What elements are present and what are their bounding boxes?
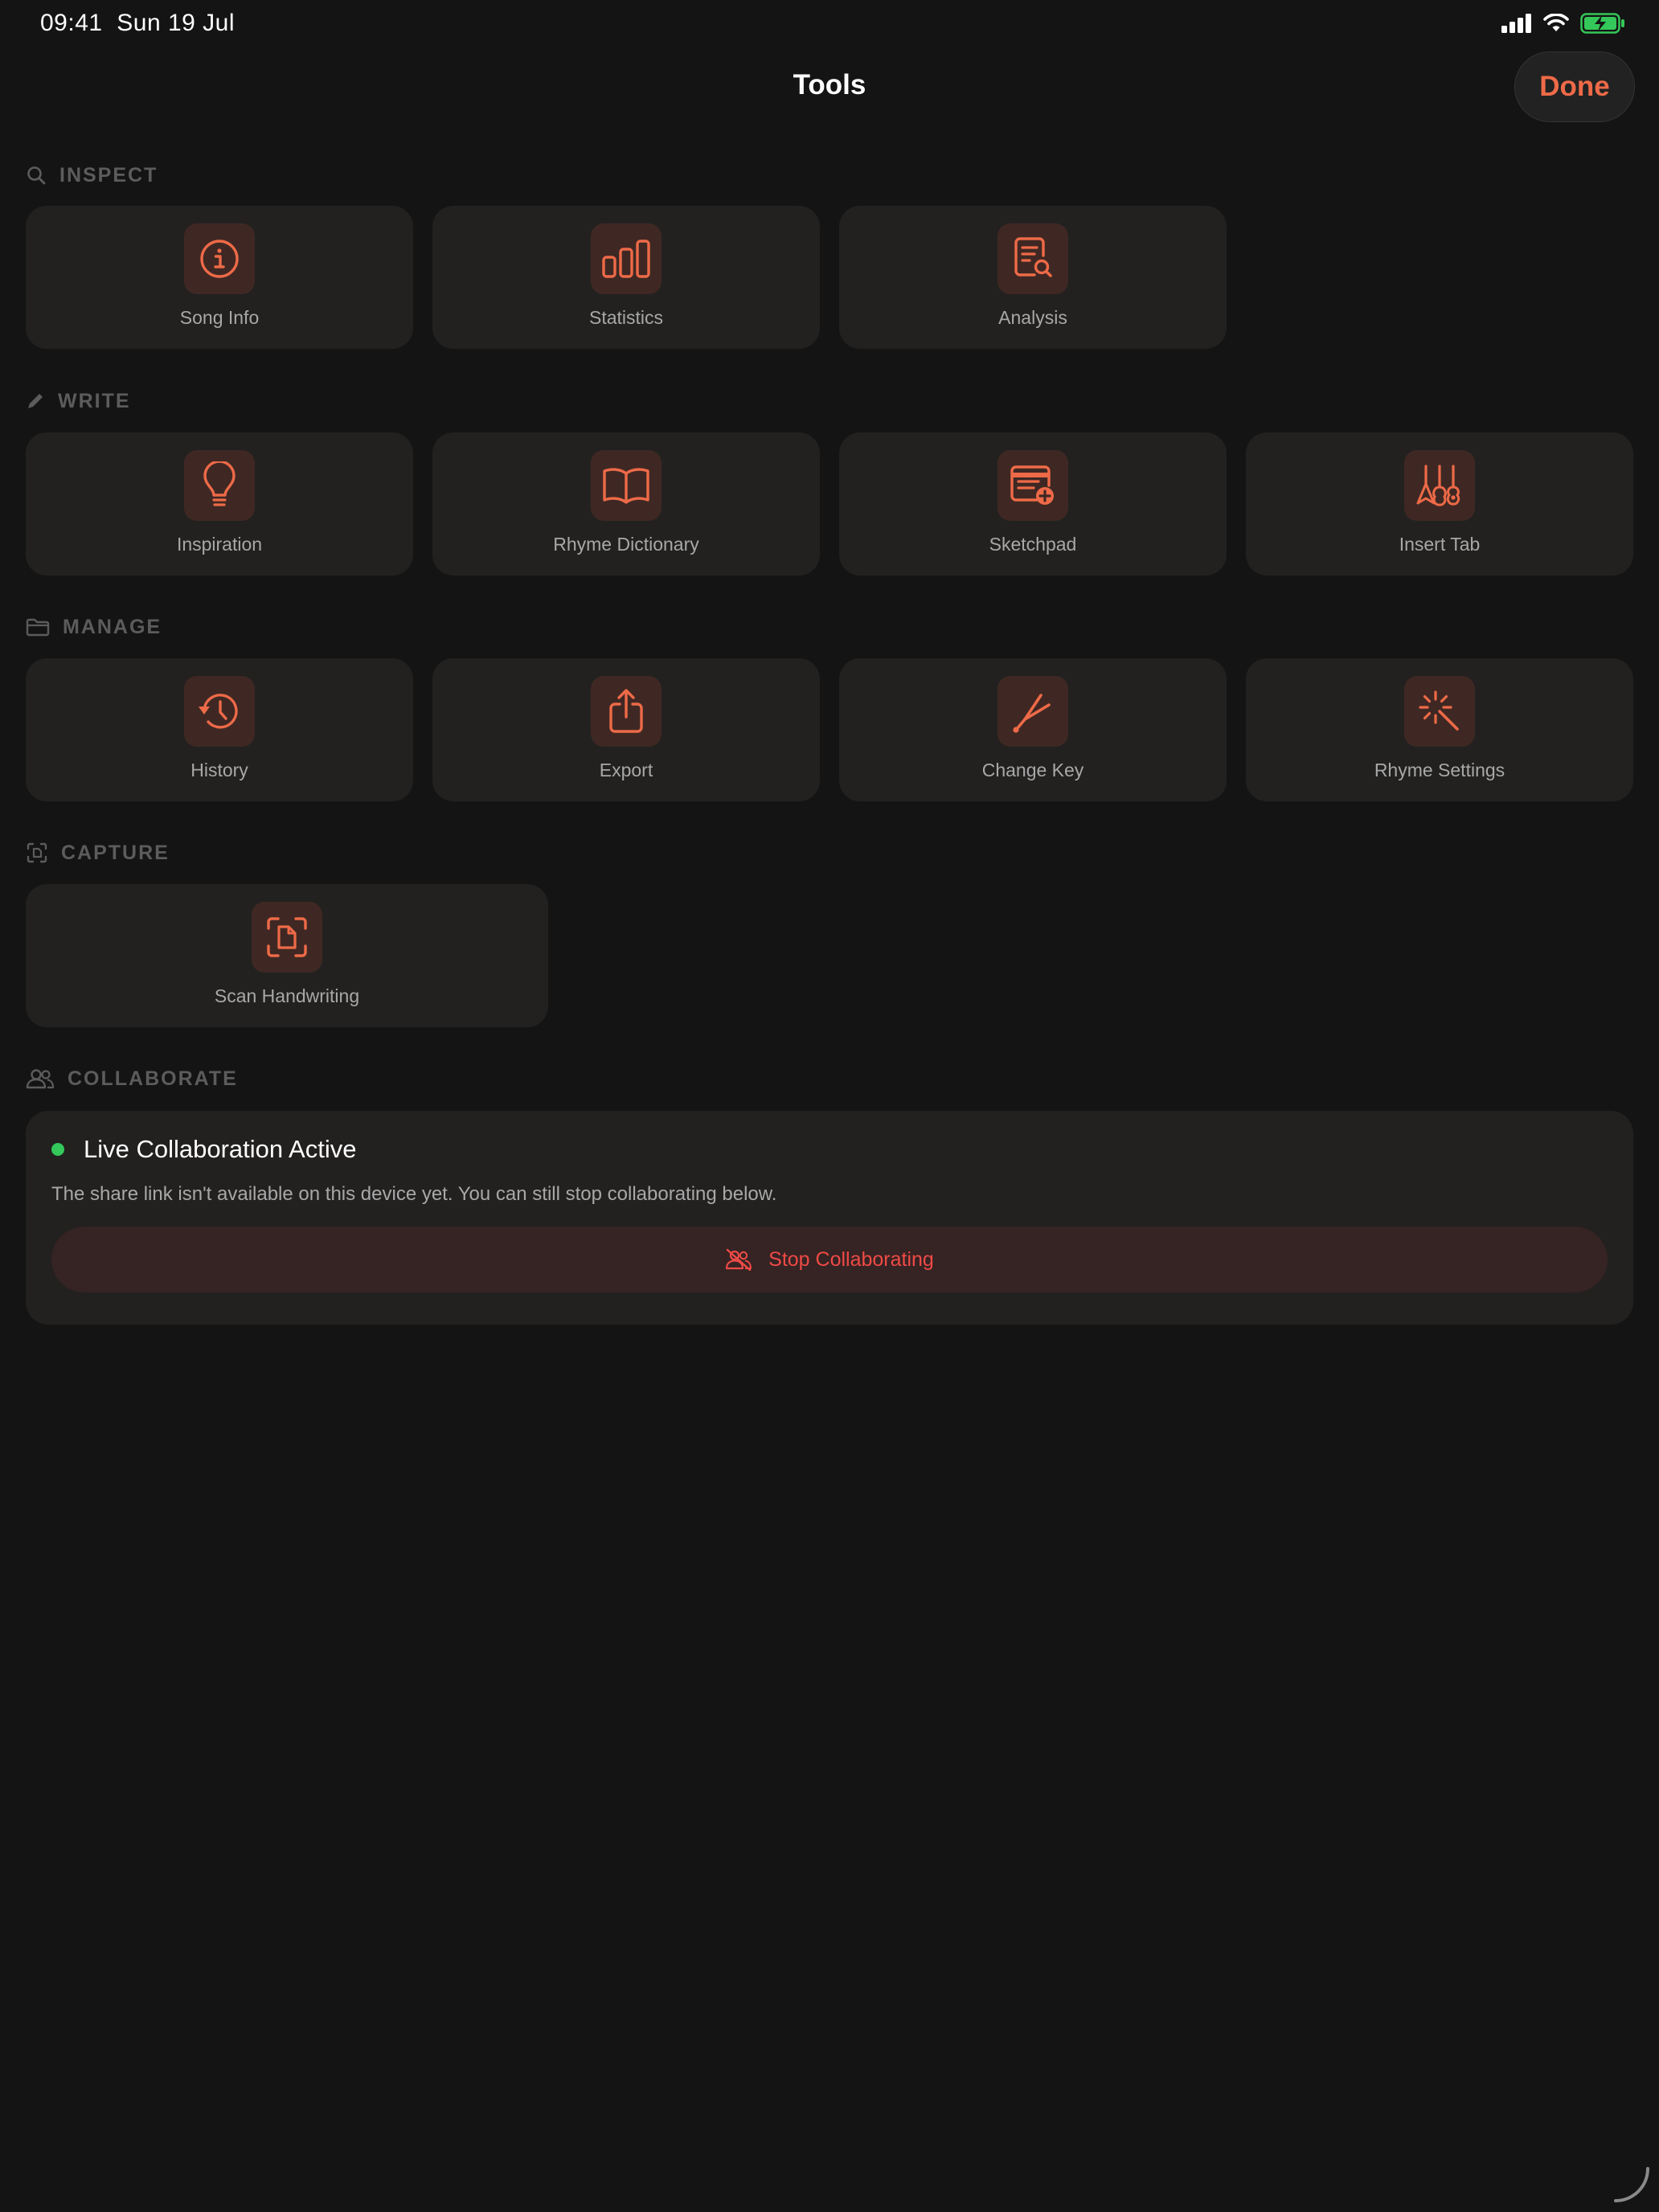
document-scanner-icon: [267, 917, 307, 957]
collaboration-card: Live Collaboration Active The share link…: [26, 1111, 1633, 1325]
status-time: 09:41 Sun 19 Jul: [40, 10, 235, 37]
cellular-signal-icon: [1501, 14, 1531, 33]
section-header-write: WRITE: [26, 383, 131, 419]
bar-chart-icon: [602, 240, 650, 278]
tile-icon-background: [997, 676, 1068, 747]
people-slash-icon: [726, 1248, 752, 1271]
share-icon: [609, 689, 643, 733]
tile-icon-background: [184, 676, 255, 747]
tool-label: Analysis: [998, 307, 1067, 328]
tool-tile-scan-handwriting[interactable]: Scan Handwriting: [26, 884, 548, 1027]
tile-icon-background: [1404, 450, 1475, 521]
open-book-icon: [603, 468, 649, 504]
tile-icon-background: [591, 223, 662, 294]
sketch-add-icon: [1010, 465, 1054, 505]
tool-label: Rhyme Settings: [1374, 760, 1505, 780]
tuning-fork-icon: [1013, 694, 1051, 733]
navigation-bar: Tools Done: [0, 51, 1659, 124]
tile-icon-background: [184, 223, 255, 294]
collaboration-description: The share link isn't available on this d…: [51, 1183, 777, 1205]
tool-tile-insert-tab[interactable]: Insert Tab: [1246, 432, 1633, 576]
status-bar: 09:41 Sun 19 Jul: [0, 0, 1659, 51]
battery-charging-icon: [1580, 13, 1624, 34]
document-magnifier-icon: [1014, 237, 1052, 277]
tool-label: Inspiration: [176, 534, 263, 555]
section-header-capture: CAPTURE: [26, 835, 170, 870]
tool-tile-export[interactable]: Export: [432, 658, 820, 801]
tile-icon-background: [591, 676, 662, 747]
tool-label: Rhyme Dictionary: [553, 534, 699, 555]
section-header-inspect: INSPECT: [26, 158, 158, 193]
tool-label: Export: [599, 760, 653, 780]
tile-icon-background: [591, 450, 662, 521]
tool-label: History: [190, 760, 248, 780]
tool-tile-history[interactable]: History: [26, 658, 413, 801]
tool-tile-rhyme-dictionary[interactable]: Rhyme Dictionary: [432, 432, 820, 576]
tool-tile-song-info[interactable]: Song Info: [26, 206, 413, 349]
pencil-icon: [28, 394, 43, 408]
tile-icon-background: [1404, 676, 1475, 747]
info-circle-icon: [200, 240, 239, 278]
folder-icon: [26, 618, 50, 637]
section-label-collaborate: COLLABORATE: [68, 1067, 238, 1090]
tool-tile-change-key[interactable]: Change Key: [839, 658, 1227, 801]
stop-collaborating-label: Stop Collaborating: [768, 1247, 934, 1271]
scan-text-icon: [27, 842, 47, 863]
section-label-capture: CAPTURE: [61, 841, 170, 864]
tile-icon-background: [997, 450, 1068, 521]
page-title: Tools: [793, 69, 866, 100]
live-status-dot: [51, 1143, 64, 1156]
wifi-icon: [1543, 14, 1569, 31]
section-label-manage: MANAGE: [63, 615, 162, 638]
history-clock-icon: [199, 694, 238, 729]
tile-icon-background: [184, 450, 255, 521]
tool-label: Sketchpad: [989, 534, 1077, 555]
done-button[interactable]: Done: [1514, 51, 1635, 122]
section-header-collaborate: COLLABORATE: [26, 1061, 238, 1096]
section-label-write: WRITE: [58, 389, 131, 412]
lightbulb-icon: [203, 461, 236, 506]
status-date: Sun 19 Jul: [117, 10, 236, 36]
tool-tile-statistics[interactable]: Statistics: [432, 206, 820, 349]
tool-tile-rhyme-settings[interactable]: Rhyme Settings: [1246, 658, 1633, 801]
pencil-hover-indicator-icon: [1614, 2167, 1649, 2202]
tool-tile-sketchpad[interactable]: Sketchpad: [839, 432, 1227, 576]
tool-label: Statistics: [588, 307, 664, 328]
magic-wand-icon: [1419, 690, 1459, 731]
people-icon: [26, 1069, 55, 1089]
stop-collaborating-button[interactable]: Stop Collaborating: [51, 1227, 1608, 1292]
tool-tile-analysis[interactable]: Analysis: [839, 206, 1227, 349]
tool-label: Insert Tab: [1399, 534, 1481, 555]
search-icon: [27, 166, 46, 185]
guitars-icon: [1416, 465, 1460, 506]
tile-icon-background: [997, 223, 1068, 294]
tool-label: Change Key: [981, 760, 1084, 780]
status-icons: [1501, 13, 1625, 34]
section-label-inspect: INSPECT: [59, 163, 158, 186]
status-clock: 09:41: [40, 10, 103, 36]
section-header-manage: MANAGE: [26, 609, 162, 645]
tool-label: Scan Handwriting: [214, 985, 360, 1006]
tile-icon-background: [252, 902, 322, 973]
collaboration-status: Live Collaboration Active: [51, 1135, 356, 1164]
collaboration-title: Live Collaboration Active: [84, 1135, 357, 1163]
tool-tile-inspiration[interactable]: Inspiration: [26, 432, 413, 576]
tool-label: Song Info: [179, 307, 260, 328]
